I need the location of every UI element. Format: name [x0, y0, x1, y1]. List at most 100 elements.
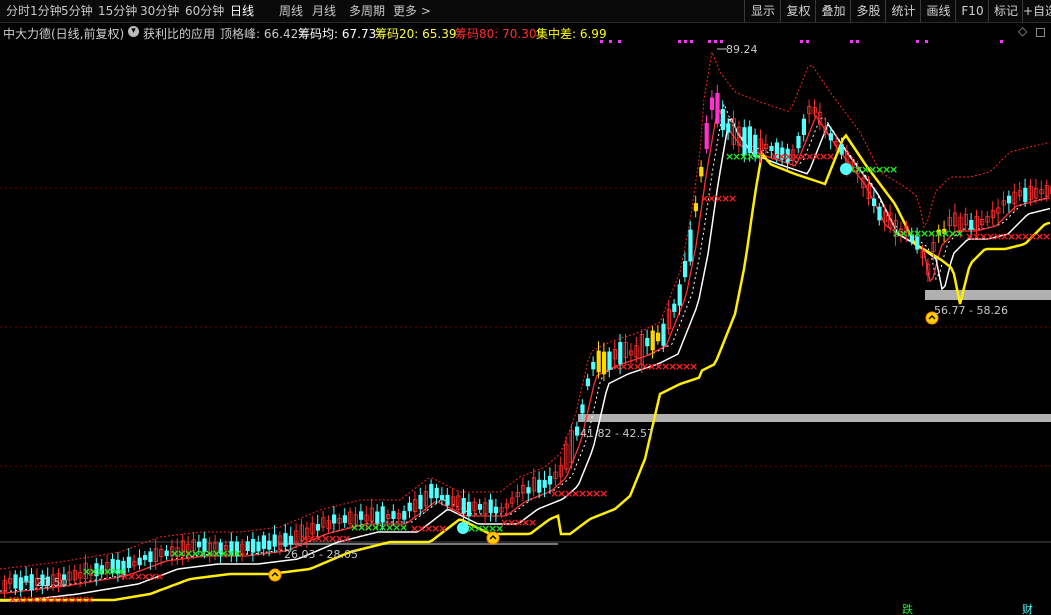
candle-body — [537, 479, 542, 493]
grid-lines — [0, 187, 1051, 543]
magenta-dot-marker — [609, 40, 612, 43]
candle-body — [13, 574, 18, 589]
candle-body — [283, 533, 288, 547]
candle-body — [726, 123, 731, 133]
period-tab-4[interactable]: 30分钟 — [140, 0, 179, 22]
bottom-signal-label-2: 财 — [1022, 602, 1033, 615]
candle-body — [358, 511, 364, 520]
candle-body — [24, 575, 29, 582]
magenta-dot-marker — [684, 40, 687, 43]
candle-body — [602, 351, 607, 375]
magenta-dot-marker — [720, 40, 723, 43]
candle-body — [18, 577, 24, 591]
candle-body — [126, 556, 131, 568]
toolbar-button-1[interactable]: 复权 — [780, 0, 816, 22]
period-tab-6[interactable]: 日线 — [230, 0, 254, 22]
candle-body — [720, 109, 726, 131]
candle-body — [493, 506, 499, 514]
candle-body — [672, 303, 677, 312]
bottom-signal-label-1: 跌 — [902, 602, 913, 615]
red-x-marker: × — [599, 487, 608, 500]
period-tab-9[interactable]: 多周期 — [349, 0, 385, 22]
magenta-dot-marker — [800, 40, 803, 43]
candle-body — [688, 229, 693, 262]
green-x-marker: × — [889, 163, 898, 176]
candle-body — [1023, 187, 1028, 203]
candle-body — [526, 487, 531, 494]
magenta-dot-marker — [850, 40, 853, 43]
toolbar-button-2[interactable]: 叠加 — [815, 0, 851, 22]
candle-body — [796, 136, 801, 149]
candle-body — [969, 220, 974, 230]
toolbar-button-8[interactable]: +自选 — [1022, 0, 1051, 22]
magenta-dot-marker — [916, 40, 919, 43]
period-tab-0[interactable]: 分时 — [6, 0, 30, 22]
cost-range-label-2: 41.82 - 42.57 — [580, 427, 654, 440]
green-x-marker: × — [233, 547, 242, 560]
square-icon[interactable] — [1036, 28, 1045, 37]
toolbar-button-4[interactable]: 统计 — [885, 0, 921, 22]
red-x-marker: × — [85, 593, 94, 606]
candle-body — [261, 535, 267, 549]
candle-body — [429, 484, 434, 499]
cost-band-3 — [925, 290, 1051, 300]
period-tab-8[interactable]: 月线 — [312, 0, 336, 22]
toolbar-button-7[interactable]: 标记 — [988, 0, 1023, 22]
period-tab-5[interactable]: 60分钟 — [185, 0, 224, 22]
candle-body — [872, 198, 877, 207]
candle-body — [661, 323, 666, 346]
candle-body — [650, 330, 655, 351]
period-tab-3[interactable]: 15分钟 — [98, 0, 137, 22]
candle-body — [142, 555, 148, 560]
toolbar-button-6[interactable]: F10 — [955, 0, 989, 22]
candle-body — [542, 480, 547, 488]
candle-body — [715, 92, 720, 124]
period-tab-7[interactable]: 周线 — [279, 0, 303, 22]
candle-body — [677, 284, 682, 306]
candle-body — [137, 557, 142, 566]
magenta-dot-marker — [618, 40, 621, 43]
candle-body — [645, 338, 650, 347]
period-tab-1[interactable]: 1分钟 — [30, 0, 62, 22]
magenta-dot-marker — [925, 40, 928, 43]
candle-body — [596, 350, 601, 373]
candle-body — [164, 550, 169, 557]
red-x-marker: × — [826, 150, 835, 163]
magenta-dot-marker — [856, 40, 859, 43]
candle-body — [656, 332, 661, 342]
magenta-dot-marker — [600, 40, 603, 43]
magenta-dot-marker — [678, 40, 681, 43]
cyan-signal-icon — [840, 163, 852, 175]
cost-range-label-1: 26.03 - 28.05 — [284, 548, 358, 561]
candle-body — [585, 378, 591, 387]
candle-body — [710, 97, 715, 111]
candle-body — [699, 166, 704, 177]
candle-body — [548, 475, 553, 485]
diamond-icon[interactable]: ◇ — [1018, 24, 1027, 38]
candle-body — [402, 510, 407, 520]
low-price-label: 21.50 — [36, 576, 68, 589]
toolbar-button-3[interactable]: 多股 — [850, 0, 886, 22]
toolbar: 分时 1分钟 5分钟 15分钟 30分钟 60分钟 日线 周线 月线 多周期 更多 > 显示 复权 叠加… — [0, 0, 1051, 23]
period-tab-10[interactable]: 更多 > — [393, 0, 431, 22]
candle-body — [245, 541, 250, 552]
settings-icon[interactable]: ▾ — [128, 26, 139, 37]
toolbar-button-5[interactable]: 画线 — [920, 0, 956, 22]
red-x-marker: × — [155, 570, 164, 583]
candle-body — [828, 133, 834, 141]
cost-range-label-3: 56.77 - 58.26 — [934, 304, 1008, 317]
candle-body — [267, 540, 272, 550]
magenta-dot-marker — [690, 40, 693, 43]
yellow-cost-line — [0, 133, 1051, 602]
period-tab-2[interactable]: 5分钟 — [61, 0, 93, 22]
candle-body — [288, 535, 294, 545]
candle-body — [439, 495, 445, 500]
green-x-marker: × — [399, 521, 408, 534]
candle-body — [683, 261, 688, 278]
candle-body — [315, 524, 321, 531]
candle-body — [272, 534, 277, 547]
candlestick-chart[interactable]: ××××××××××××××××××××××××××××××××××××××××… — [0, 40, 1051, 615]
candle-body — [407, 502, 412, 512]
candle-body — [445, 494, 450, 506]
toolbar-button-0[interactable]: 显示 — [744, 0, 781, 22]
